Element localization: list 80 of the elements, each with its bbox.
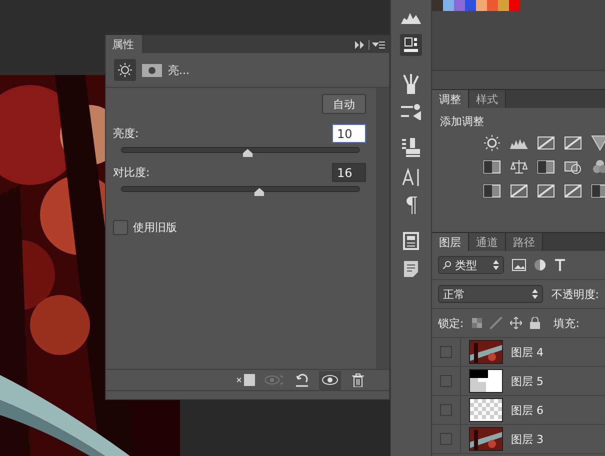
- lock-icon[interactable]: [530, 317, 540, 329]
- panel-heading: 添加调整: [440, 114, 485, 129]
- layer-name[interactable]: 图层 3: [511, 432, 544, 446]
- move-icon[interactable]: [510, 317, 522, 329]
- gradient-icon[interactable]: [537, 159, 555, 175]
- scale-icon[interactable]: [510, 159, 528, 175]
- adjustment-icon[interactable]: [564, 135, 582, 151]
- stamp-icon[interactable]: [402, 138, 420, 158]
- scrollbar[interactable]: [376, 88, 389, 369]
- trash-icon[interactable]: [352, 373, 364, 387]
- opacity-label: 不透明度:: [551, 286, 599, 302]
- camera-icon[interactable]: [564, 159, 582, 175]
- layer-name[interactable]: 图层 4: [511, 344, 544, 360]
- adjustment-icon[interactable]: [510, 183, 528, 199]
- brightness-icon: [117, 62, 133, 78]
- checker-icon[interactable]: [472, 318, 482, 328]
- brightness-icon[interactable]: [483, 135, 501, 151]
- layer-name[interactable]: 图层 5: [511, 374, 544, 388]
- text-icon[interactable]: [554, 259, 566, 271]
- value-field[interactable]: 16: [332, 163, 366, 182]
- brushes-icon[interactable]: [402, 74, 420, 94]
- up-down-arrows-icon[interactable]: [493, 260, 499, 270]
- up-down-arrows-icon[interactable]: [532, 289, 538, 299]
- color-swatch[interactable]: [476, 0, 487, 11]
- paragraph-icon[interactable]: [405, 196, 417, 214]
- layer-thumbnail: [469, 398, 503, 422]
- color-swatch[interactable]: [498, 0, 509, 11]
- panel-tab[interactable]: 图层: [432, 233, 469, 251]
- panel-menu-icon[interactable]: [355, 40, 385, 50]
- fill-label: 填充:: [554, 316, 580, 330]
- slider-label: 亮度:: [113, 126, 139, 141]
- notes-icon[interactable]: [403, 232, 419, 250]
- layer-name[interactable]: 图层 6: [511, 402, 544, 418]
- lock-label: 锁定:: [438, 316, 464, 330]
- auto-button[interactable]: 自动: [322, 94, 366, 114]
- checkbox-label: 使用旧版: [133, 220, 177, 235]
- reset-icon[interactable]: [295, 373, 309, 387]
- panel-tab[interactable]: 属性: [106, 35, 142, 53]
- value-field[interactable]: 10: [332, 124, 366, 143]
- panel-tab[interactable]: 路径: [506, 233, 543, 251]
- layer-thumbnail: [469, 369, 503, 393]
- adjustment-icon[interactable]: [537, 135, 555, 151]
- panel-tab[interactable]: 通道: [469, 233, 506, 251]
- document-icon[interactable]: [403, 260, 419, 278]
- checkbox[interactable]: [113, 220, 128, 235]
- filter-dropdown[interactable]: 类型: [438, 256, 504, 274]
- color-swatch[interactable]: [432, 0, 443, 11]
- layer-thumbnail: [469, 427, 503, 451]
- half-circle-icon[interactable]: [534, 259, 546, 271]
- character-icon[interactable]: [402, 168, 420, 186]
- visibility-toggle[interactable]: [440, 433, 452, 445]
- clip-layer-icon[interactable]: [237, 373, 255, 387]
- eye-icon[interactable]: [322, 375, 338, 385]
- panel-tab[interactable]: 样式: [469, 90, 506, 108]
- gradient-icon[interactable]: [591, 183, 605, 199]
- adjustment-icon[interactable]: [537, 183, 555, 199]
- visibility-toggle[interactable]: [440, 375, 452, 387]
- mask-icon[interactable]: [142, 64, 162, 76]
- layer-thumbnail: [469, 340, 503, 364]
- gradient-icon[interactable]: [483, 159, 501, 175]
- triangle-icon[interactable]: [591, 135, 605, 151]
- color-swatch[interactable]: [443, 0, 454, 11]
- color-swatch[interactable]: [465, 0, 476, 11]
- panel-tab[interactable]: 调整: [432, 90, 469, 108]
- adjustment-icon[interactable]: [564, 183, 582, 199]
- search-icon: [443, 261, 451, 269]
- adjustment-name: 亮...: [168, 62, 190, 78]
- blend-mode-dropdown[interactable]: 正常: [438, 285, 544, 303]
- slider-label: 对比度:: [113, 165, 150, 180]
- slider-thumb[interactable]: [254, 188, 264, 196]
- visibility-toggle[interactable]: [440, 346, 452, 358]
- image-icon[interactable]: [512, 259, 526, 271]
- slider-thumb[interactable]: [242, 149, 253, 157]
- circles-icon[interactable]: [591, 159, 605, 175]
- gradient-icon[interactable]: [483, 183, 501, 199]
- color-swatch[interactable]: [487, 0, 498, 11]
- visibility-toggle[interactable]: [440, 404, 452, 416]
- color-swatch[interactable]: [509, 0, 520, 11]
- color-swatch[interactable]: [454, 0, 465, 11]
- brush-settings-icon[interactable]: [401, 104, 421, 120]
